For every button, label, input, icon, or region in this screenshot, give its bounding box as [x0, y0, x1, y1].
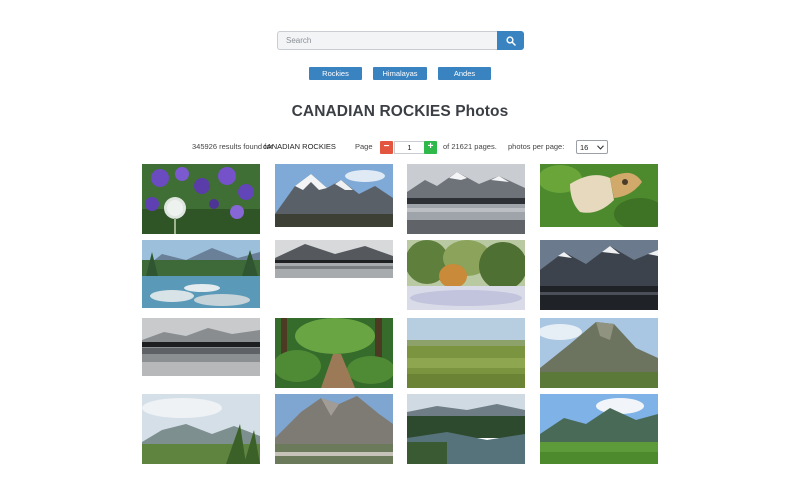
photo-4[interactable] — [540, 164, 658, 227]
search-icon — [505, 35, 516, 46]
photo-10[interactable] — [275, 318, 393, 388]
pagination-bar: 345926 results found for cANADIAN ROCKIE… — [0, 140, 800, 155]
photo-16[interactable] — [540, 394, 658, 464]
plus-icon: + — [427, 141, 434, 152]
minus-icon: − — [383, 141, 390, 152]
search-button[interactable] — [497, 31, 524, 50]
chevron-down-icon — [597, 144, 604, 150]
photo-2[interactable] — [275, 164, 393, 227]
photo-12[interactable] — [540, 318, 658, 388]
total-pages: of 21621 pages. — [443, 142, 497, 151]
page-title: CANADIAN ROCKIES Photos — [291, 103, 509, 120]
photo-8[interactable] — [540, 240, 658, 310]
photo-5[interactable] — [142, 240, 260, 308]
photo-6[interactable] — [275, 240, 393, 278]
photo-15[interactable] — [407, 394, 525, 464]
photo-14[interactable] — [275, 394, 393, 464]
photo-7[interactable] — [407, 240, 525, 310]
results-count: 345926 results found for — [192, 142, 273, 151]
per-page-select[interactable]: 16 — [576, 140, 608, 154]
photo-1[interactable] — [142, 164, 260, 234]
photo-11[interactable] — [407, 318, 525, 388]
tag-list: Rockies Himalayas Andes — [0, 67, 800, 80]
per-page-value: 16 — [580, 142, 589, 152]
page-label: Page — [355, 142, 373, 151]
tag-rockies[interactable]: Rockies — [309, 67, 362, 80]
tag-himalayas[interactable]: Himalayas — [373, 67, 427, 80]
page-number-input[interactable]: 1 — [394, 141, 425, 154]
prev-page-button[interactable]: − — [380, 141, 393, 154]
photo-9[interactable] — [142, 318, 260, 376]
photo-3[interactable] — [407, 164, 525, 234]
per-page-label: photos per page: — [508, 142, 565, 151]
query-text: cANADIAN ROCKIES — [263, 142, 336, 151]
search-input[interactable] — [277, 31, 497, 50]
next-page-button[interactable]: + — [424, 141, 437, 154]
tag-andes[interactable]: Andes — [438, 67, 491, 80]
search-bar — [277, 31, 524, 50]
photo-13[interactable] — [142, 394, 260, 464]
